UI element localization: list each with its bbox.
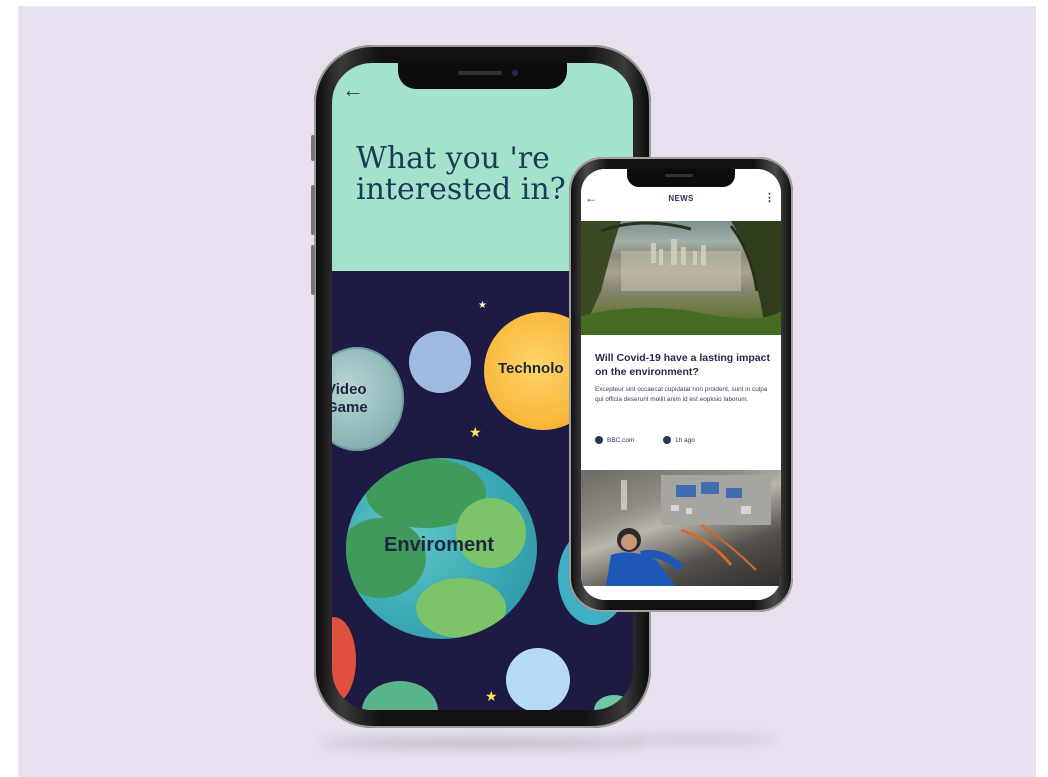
planet-decor <box>362 681 438 710</box>
article-excerpt: Excepteur sint occaecat cupidatat non pr… <box>595 386 768 403</box>
clock-icon <box>663 436 671 444</box>
news-screen: ← NEWS ⋮ Will Covid-19 have a lasting im… <box>581 169 781 600</box>
star-icon: ★ <box>485 688 498 704</box>
planet-decor <box>506 648 570 710</box>
side-button <box>311 185 315 235</box>
planet-decor <box>332 617 356 703</box>
star-icon: ★ <box>478 300 487 311</box>
topic-environment-label: Enviroment <box>384 534 495 556</box>
star-icon: ★ <box>469 424 482 440</box>
globe-icon <box>595 436 603 444</box>
notch <box>627 169 735 187</box>
floor-shadow <box>318 739 648 747</box>
article-source[interactable]: BBC.com <box>595 436 634 444</box>
side-button <box>311 245 315 295</box>
article-time: 1h ago <box>663 436 695 444</box>
planet-decor <box>409 331 471 393</box>
home-indicator-area <box>581 586 781 600</box>
more-vertical-icon[interactable]: ⋮ <box>764 191 775 204</box>
topic-video-game-label: Video Game <box>332 381 368 416</box>
source-label: BBC.com <box>607 436 635 444</box>
floor-shadow-small <box>618 736 778 743</box>
arrow-left-icon[interactable]: ← <box>342 79 364 101</box>
time-label: 1h ago <box>675 436 695 444</box>
mockup-background: ← What you 're interested in? Video Game… <box>18 6 1036 777</box>
article-image-city[interactable] <box>581 221 781 335</box>
notch <box>398 63 567 89</box>
topic-technology-label: Technolo <box>498 360 564 377</box>
phone-small: ← NEWS ⋮ Will Covid-19 have a lasting im… <box>569 157 793 612</box>
side-button <box>311 135 315 161</box>
article-headline[interactable]: Will Covid-19 have a lasting impact on t… <box>595 351 770 379</box>
planet-decor <box>594 695 633 710</box>
article-image-spacecraft[interactable] <box>581 470 781 586</box>
screen-title: NEWS <box>668 194 694 203</box>
news-article-card[interactable]: Will Covid-19 have a lasting impact on t… <box>581 335 781 470</box>
